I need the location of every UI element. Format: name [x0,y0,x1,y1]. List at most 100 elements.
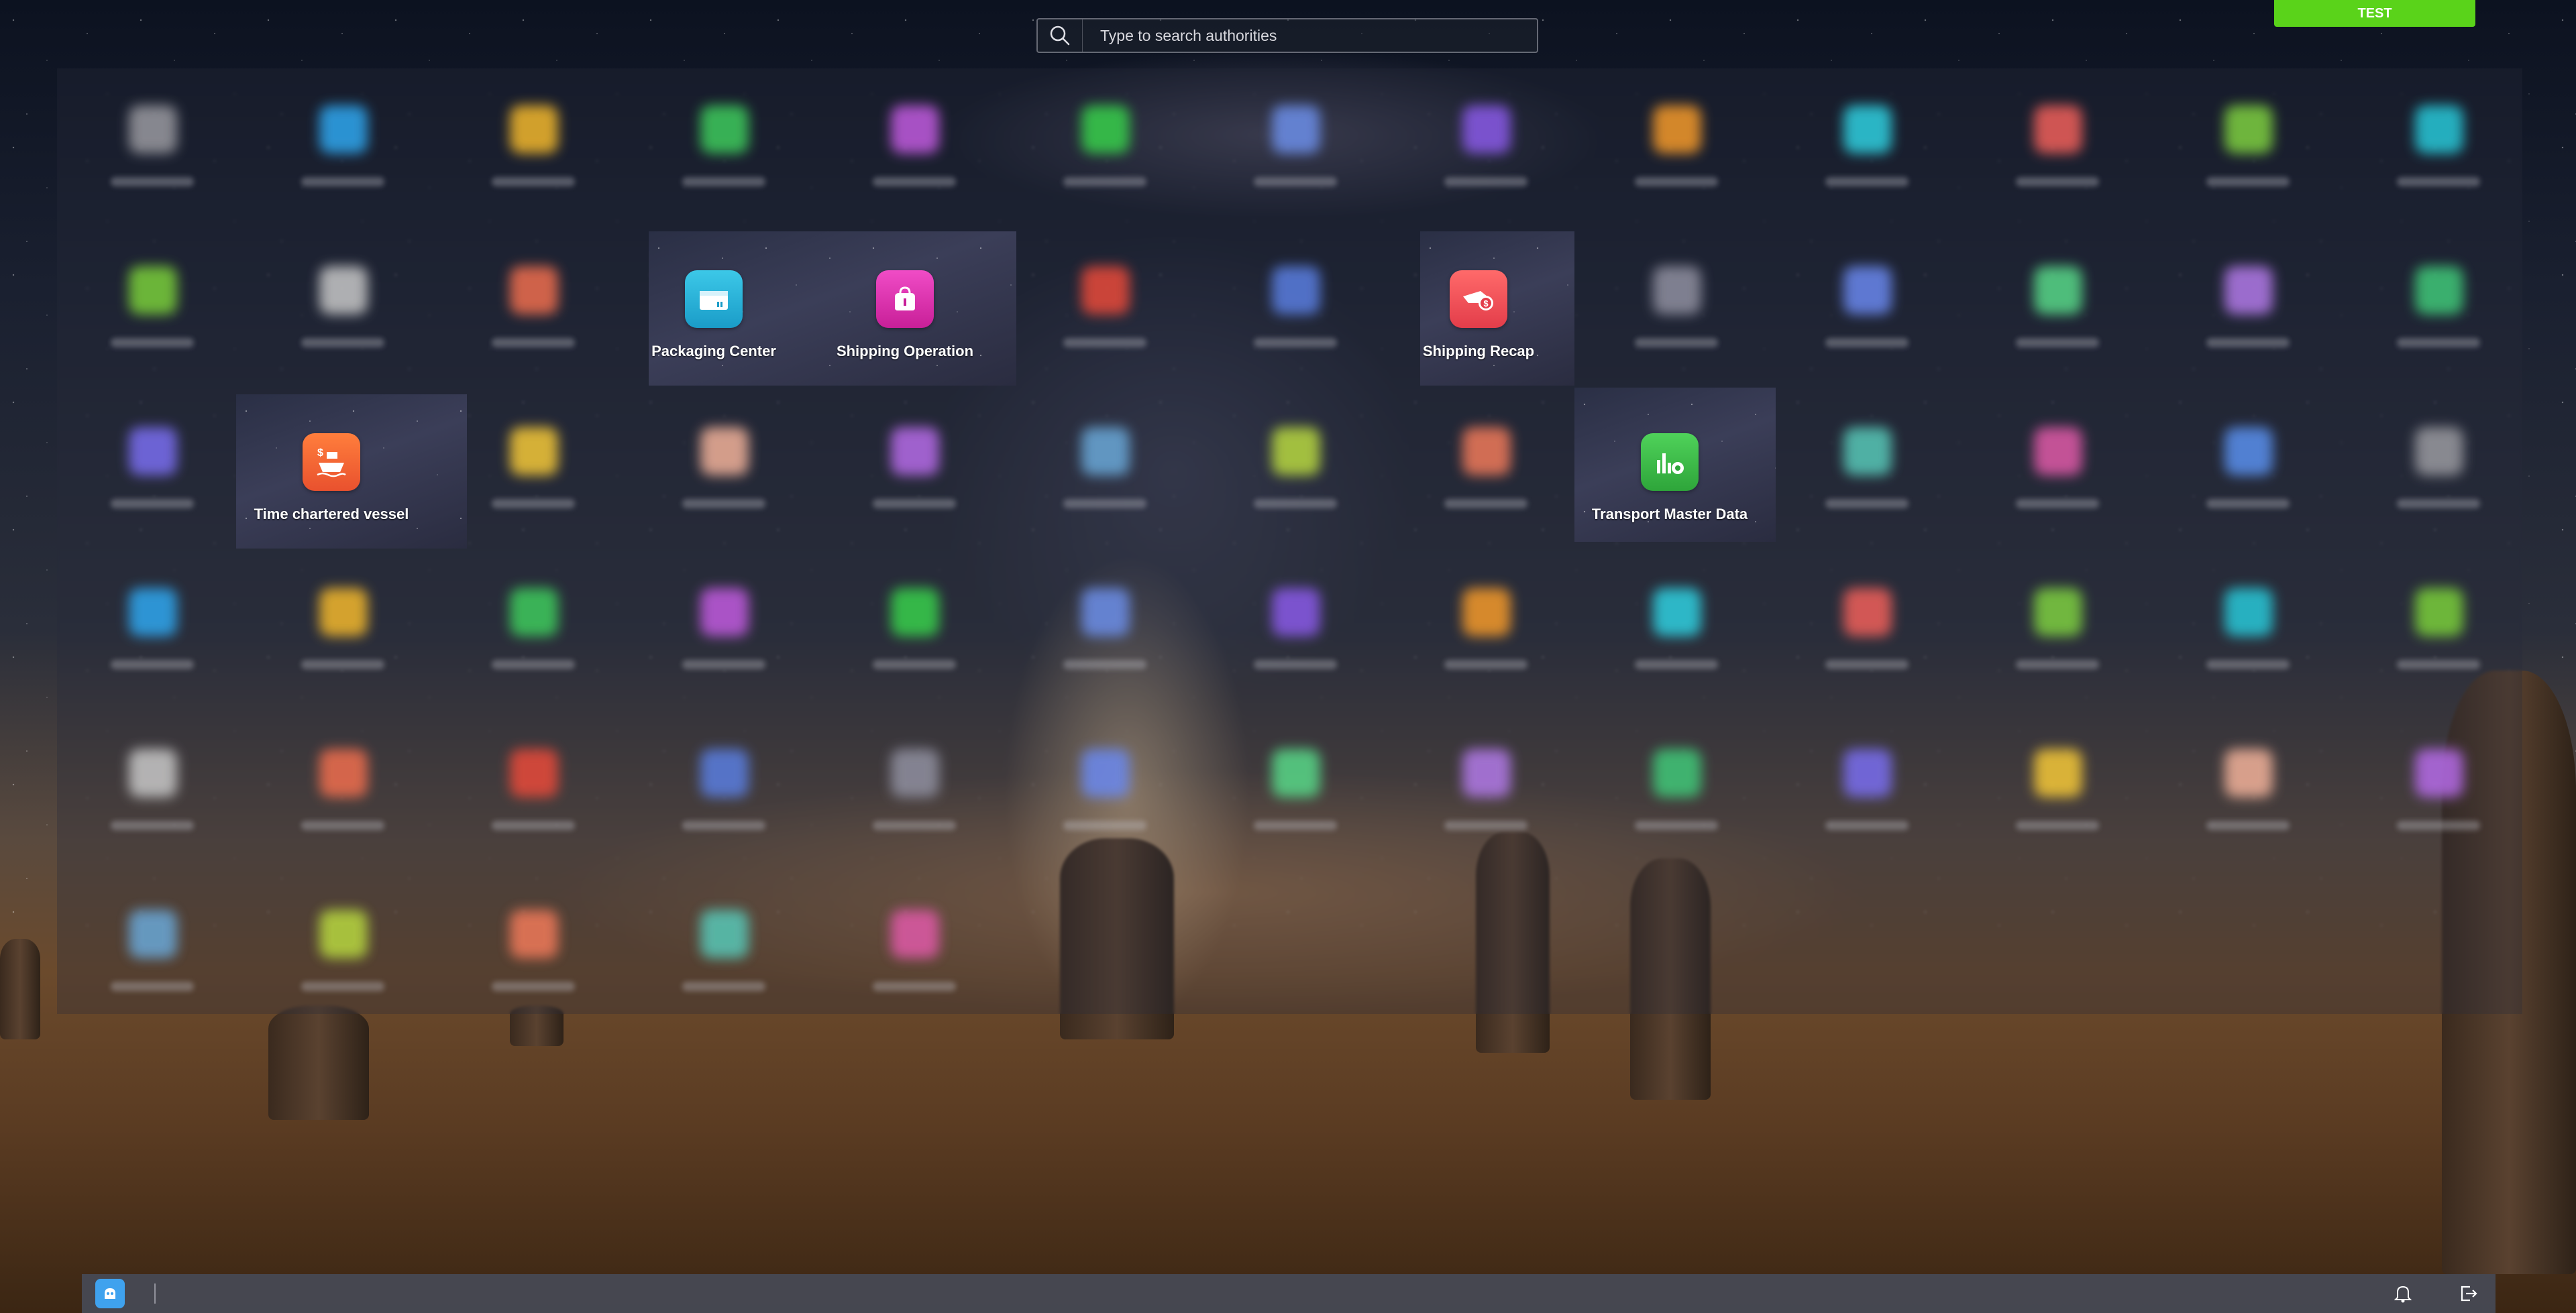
blurred-app-icon [1462,749,1511,797]
blurred-app-tile [2153,229,2343,390]
blurred-app-icon [1081,427,1130,475]
svg-text:$: $ [317,447,323,459]
svg-text:$: $ [1483,298,1489,308]
blurred-app-tile [819,873,1010,1034]
taskbar [82,1274,2496,1313]
notification-bell-icon[interactable] [2390,1280,2416,1307]
blurred-app-label [1444,821,1527,830]
app-label: Time chartered vessel [254,506,409,522]
home-app-icon[interactable] [95,1279,125,1308]
blurred-app-tile [2343,390,2534,551]
time-chartered-vessel-icon: $ [303,433,360,491]
shipping-recap-icon: $ [1450,270,1507,328]
blurred-app-tile [1962,551,2153,712]
blurred-app-tile [57,551,248,712]
blurred-app-icon [510,427,558,475]
blurred-app-tile [1772,712,1962,873]
blurred-app-icon [1081,266,1130,315]
blurred-app-icon [891,588,939,636]
blurred-app-icon [700,910,749,958]
blurred-app-label [1254,821,1337,830]
background-rock [0,939,40,1039]
blurred-app-label [1825,821,1909,830]
search-bar[interactable] [1036,18,1538,53]
blurred-app-label [2016,177,2099,186]
blurred-app-label [2397,660,2480,669]
blurred-app-tile [1772,229,1962,390]
blurred-app-label [2016,660,2099,669]
blurred-app-icon [2224,588,2273,636]
blurred-app-tile [1962,390,2153,551]
app-shipping-operation[interactable]: Shipping Operation [810,231,1000,386]
shipping-operation-icon [876,270,934,328]
blurred-app-tile [2153,712,2343,873]
blurred-app-tile [248,68,438,229]
app-shipping-recap[interactable]: $ Shipping Recap [1383,231,1574,386]
blurred-app-label [2206,177,2290,186]
search-icon[interactable] [1038,19,1083,52]
blurred-app-label [2206,338,2290,347]
blurred-app-label [301,821,384,830]
blurred-app-label [492,499,575,508]
blurred-app-tile [1010,712,1200,873]
blurred-app-tile [1010,390,1200,551]
blurred-app-tile [57,873,248,1034]
blurred-app-label [1254,660,1337,669]
blurred-app-icon [129,910,177,958]
blurred-app-label [873,660,956,669]
app-transport-master-data[interactable]: Transport Master Data [1574,394,1765,549]
blurred-app-tile [1962,229,2153,390]
blurred-app-label [1063,338,1146,347]
blurred-app-label [1254,177,1337,186]
blurred-app-tile [1010,551,1200,712]
blurred-app-icon [1272,266,1320,315]
blurred-app-icon [319,910,368,958]
blurred-app-tile [1391,712,1581,873]
blurred-app-icon [2415,105,2463,154]
blurred-app-icon [2224,749,2273,797]
blurred-app-icon [510,588,558,636]
blurred-app-icon [1462,427,1511,475]
blurred-app-icon [700,105,749,154]
logout-icon[interactable] [2455,1280,2482,1307]
blurred-app-icon [129,588,177,636]
blurred-app-icon [510,105,558,154]
blurred-app-label [682,177,765,186]
blurred-app-label [1063,821,1146,830]
blurred-app-icon [319,266,368,315]
environment-badge: TEST [2274,0,2475,27]
blurred-app-label [492,338,575,347]
app-label: Shipping Operation [836,343,974,359]
blurred-app-label [873,177,956,186]
blurred-app-label [111,499,194,508]
blurred-app-label [1444,177,1527,186]
app-packaging-center[interactable]: Packaging Center [619,231,809,386]
blurred-app-icon [700,427,749,475]
app-time-chartered-vessel[interactable]: $ Time chartered vessel [236,394,427,549]
blurred-app-tile [1581,229,1772,390]
blurred-app-tile [57,712,248,873]
blurred-app-label [111,338,194,347]
blurred-app-label [111,660,194,669]
blurred-app-icon [1272,588,1320,636]
blurred-app-icon [1843,588,1892,636]
blurred-app-icon [319,588,368,636]
blurred-app-tile [1581,551,1772,712]
blurred-app-tile [1200,390,1391,551]
blurred-app-tile [438,68,629,229]
blurred-app-icon [891,105,939,154]
blurred-app-tile [1391,68,1581,229]
blurred-app-tile [438,712,629,873]
blurred-app-icon [1272,749,1320,797]
blurred-app-label [492,982,575,991]
blurred-app-label [1635,177,1718,186]
blurred-app-tile [1200,551,1391,712]
blurred-app-label [2016,821,2099,830]
blurred-app-label [1254,338,1337,347]
blurred-app-tile [1200,712,1391,873]
blurred-app-icon [2224,266,2273,315]
blurred-app-label [492,177,575,186]
search-input[interactable] [1083,25,1537,46]
blurred-app-tile [1962,68,2153,229]
blurred-app-label [682,499,765,508]
